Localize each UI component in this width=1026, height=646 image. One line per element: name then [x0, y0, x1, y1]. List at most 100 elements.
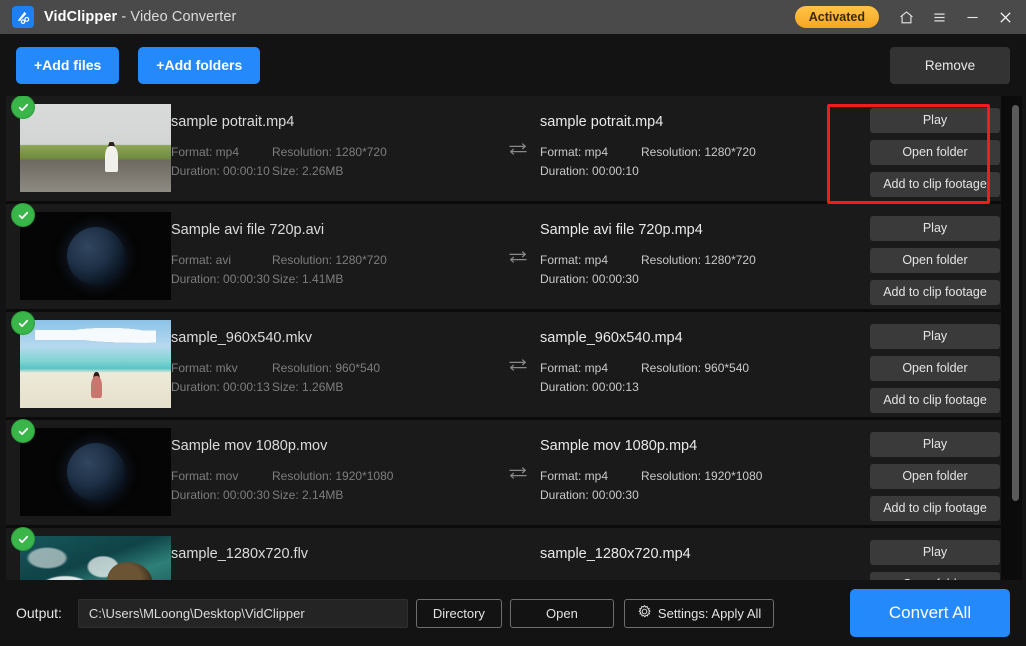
list-scrollbar[interactable]	[1009, 96, 1022, 580]
video-thumbnail[interactable]	[20, 212, 171, 300]
settings-button[interactable]: Settings: Apply All	[623, 598, 775, 628]
app-subtitle: - Video Converter	[117, 9, 237, 25]
file-row[interactable]: sample potrait.mp4 Format: mp4 Resolutio…	[6, 96, 1001, 201]
target-filename: sample_960x540.mp4	[540, 330, 683, 346]
open-folder-button[interactable]: Open folder	[870, 356, 1000, 381]
source-file-info: sample potrait.mp4 Format: mp4 Resolutio…	[171, 96, 496, 181]
target-meta-line-2: Duration: 00:00:10	[540, 162, 870, 181]
source-resolution: Resolution: 1280*720	[272, 145, 387, 159]
remove-button[interactable]: Remove	[890, 46, 1010, 84]
swap-icon[interactable]	[496, 528, 540, 580]
open-folder-button[interactable]: Open folder	[870, 464, 1000, 489]
target-file-info: Sample mov 1080p.mp4 Format: mp4 Resolut…	[540, 420, 870, 505]
source-filename: sample_1280x720.flv	[171, 546, 309, 562]
add-folders-button[interactable]: +Add folders	[138, 46, 261, 84]
swap-icon[interactable]	[496, 312, 540, 417]
selected-check-icon[interactable]	[12, 204, 34, 226]
target-file-info: sample potrait.mp4 Format: mp4 Resolutio…	[540, 96, 870, 181]
source-meta-line-2: Duration: 00:00:30 Size: 1.41MB	[171, 270, 496, 289]
open-folder-button[interactable]: Open folder	[870, 140, 1000, 165]
add-to-clip-footage-button[interactable]: Add to clip footage	[870, 496, 1000, 521]
selected-check-icon[interactable]	[12, 420, 34, 442]
file-row[interactable]: Sample mov 1080p.mov Format: mov Resolut…	[6, 420, 1001, 525]
app-logo-icon	[12, 6, 34, 28]
source-format: Format: mkv	[171, 361, 238, 375]
target-duration: Duration: 00:00:13	[540, 380, 639, 394]
swap-icon[interactable]	[496, 420, 540, 525]
open-folder-button[interactable]: Open folder	[870, 572, 1000, 580]
add-files-button[interactable]: +Add files	[16, 46, 120, 84]
thumbnail-cell	[6, 96, 171, 201]
target-meta-line-2: Duration: 00:00:13	[540, 378, 870, 397]
output-path-input[interactable]	[77, 598, 408, 628]
row-actions: Play Open folder Add to clip footage	[870, 528, 1010, 580]
play-button[interactable]: Play	[870, 216, 1000, 241]
target-file-info: sample_1280x720.mp4	[540, 528, 870, 575]
menu-icon[interactable]	[924, 3, 954, 31]
target-duration: Duration: 00:00:30	[540, 272, 639, 286]
video-thumbnail[interactable]	[20, 104, 171, 192]
target-format: Format: mp4	[540, 145, 609, 159]
play-button[interactable]: Play	[870, 432, 1000, 457]
directory-button[interactable]: Directory	[415, 598, 502, 628]
target-resolution: Resolution: 1920*1080	[641, 469, 763, 483]
play-button[interactable]: Play	[870, 324, 1000, 349]
window-title: VidClipper - Video Converter	[44, 9, 236, 25]
target-duration: Duration: 00:00:30	[540, 488, 639, 502]
file-row[interactable]: Sample avi file 720p.avi Format: avi Res…	[6, 204, 1001, 309]
target-resolution: Resolution: 960*540	[641, 361, 750, 375]
swap-icon[interactable]	[496, 96, 540, 201]
minimize-icon[interactable]	[957, 3, 987, 31]
selected-check-icon[interactable]	[12, 96, 34, 118]
video-thumbnail[interactable]	[20, 536, 171, 580]
source-format: Format: mov	[171, 469, 239, 483]
toolbar: +Add files +Add folders Remove	[0, 34, 1026, 96]
video-thumbnail[interactable]	[20, 320, 171, 408]
scrollbar-thumb[interactable]	[1012, 105, 1019, 501]
add-to-clip-footage-button[interactable]: Add to clip footage	[870, 280, 1000, 305]
ocean-waves-thumbnail	[20, 536, 171, 580]
file-row[interactable]: sample_960x540.mkv Format: mkv Resolutio…	[6, 312, 1001, 417]
target-file-info: sample_960x540.mp4 Format: mp4 Resolutio…	[540, 312, 870, 397]
titlebar-controls: Activated	[794, 3, 1020, 31]
home-icon[interactable]	[891, 3, 921, 31]
play-button[interactable]: Play	[870, 108, 1000, 133]
source-meta-line-1: Format: mp4 Resolution: 1280*720	[171, 143, 496, 162]
convert-all-button[interactable]: Convert All	[850, 589, 1010, 637]
row-actions: Play Open folder Add to clip footage	[870, 420, 1010, 521]
close-icon[interactable]	[990, 3, 1020, 31]
source-size: Size: 2.14MB	[272, 488, 344, 502]
target-meta-line-1: Format: mp4 Resolution: 1920*1080	[540, 467, 870, 486]
selected-check-icon[interactable]	[12, 528, 34, 550]
selected-check-icon[interactable]	[12, 312, 34, 334]
target-file-info: Sample avi file 720p.mp4 Format: mp4 Res…	[540, 204, 870, 289]
output-bar: Output: Directory Open Settings: Apply A…	[0, 580, 1026, 646]
target-filename: sample_1280x720.mp4	[540, 546, 691, 562]
target-meta-line-2: Duration: 00:00:30	[540, 270, 870, 289]
play-button[interactable]: Play	[870, 540, 1000, 565]
target-filename: Sample mov 1080p.mp4	[540, 438, 698, 454]
earth-space-thumbnail	[20, 428, 171, 516]
source-format: Format: mp4	[171, 145, 240, 159]
earth-space-thumbnail	[20, 212, 171, 300]
target-meta-line-1: Format: mp4 Resolution: 1280*720	[540, 143, 870, 162]
settings-button-label: Settings: Apply All	[657, 605, 762, 621]
source-duration: Duration: 00:00:10	[171, 164, 270, 178]
swap-icon[interactable]	[496, 204, 540, 309]
activated-badge[interactable]: Activated	[794, 6, 879, 28]
source-size: Size: 1.26MB	[272, 380, 344, 394]
open-button[interactable]: Open	[509, 598, 614, 628]
source-resolution: Resolution: 1280*720	[272, 253, 387, 267]
add-to-clip-footage-button[interactable]: Add to clip footage	[870, 172, 1000, 197]
target-filename: sample potrait.mp4	[540, 114, 664, 130]
app-name: VidClipper	[44, 9, 118, 25]
source-duration: Duration: 00:00:30	[171, 272, 270, 286]
source-file-info: sample_960x540.mkv Format: mkv Resolutio…	[171, 312, 496, 397]
video-thumbnail[interactable]	[20, 428, 171, 516]
add-to-clip-footage-button[interactable]: Add to clip footage	[870, 388, 1000, 413]
app-window: VidClipper - Video Converter Activated +…	[0, 0, 1026, 646]
open-folder-button[interactable]: Open folder	[870, 248, 1000, 273]
source-file-info: Sample mov 1080p.mov Format: mov Resolut…	[171, 420, 496, 505]
file-row[interactable]: sample_1280x720.flv sample_1280x720.mp4 …	[6, 528, 1001, 580]
target-meta-line-1: Format: mp4 Resolution: 960*540	[540, 359, 870, 378]
